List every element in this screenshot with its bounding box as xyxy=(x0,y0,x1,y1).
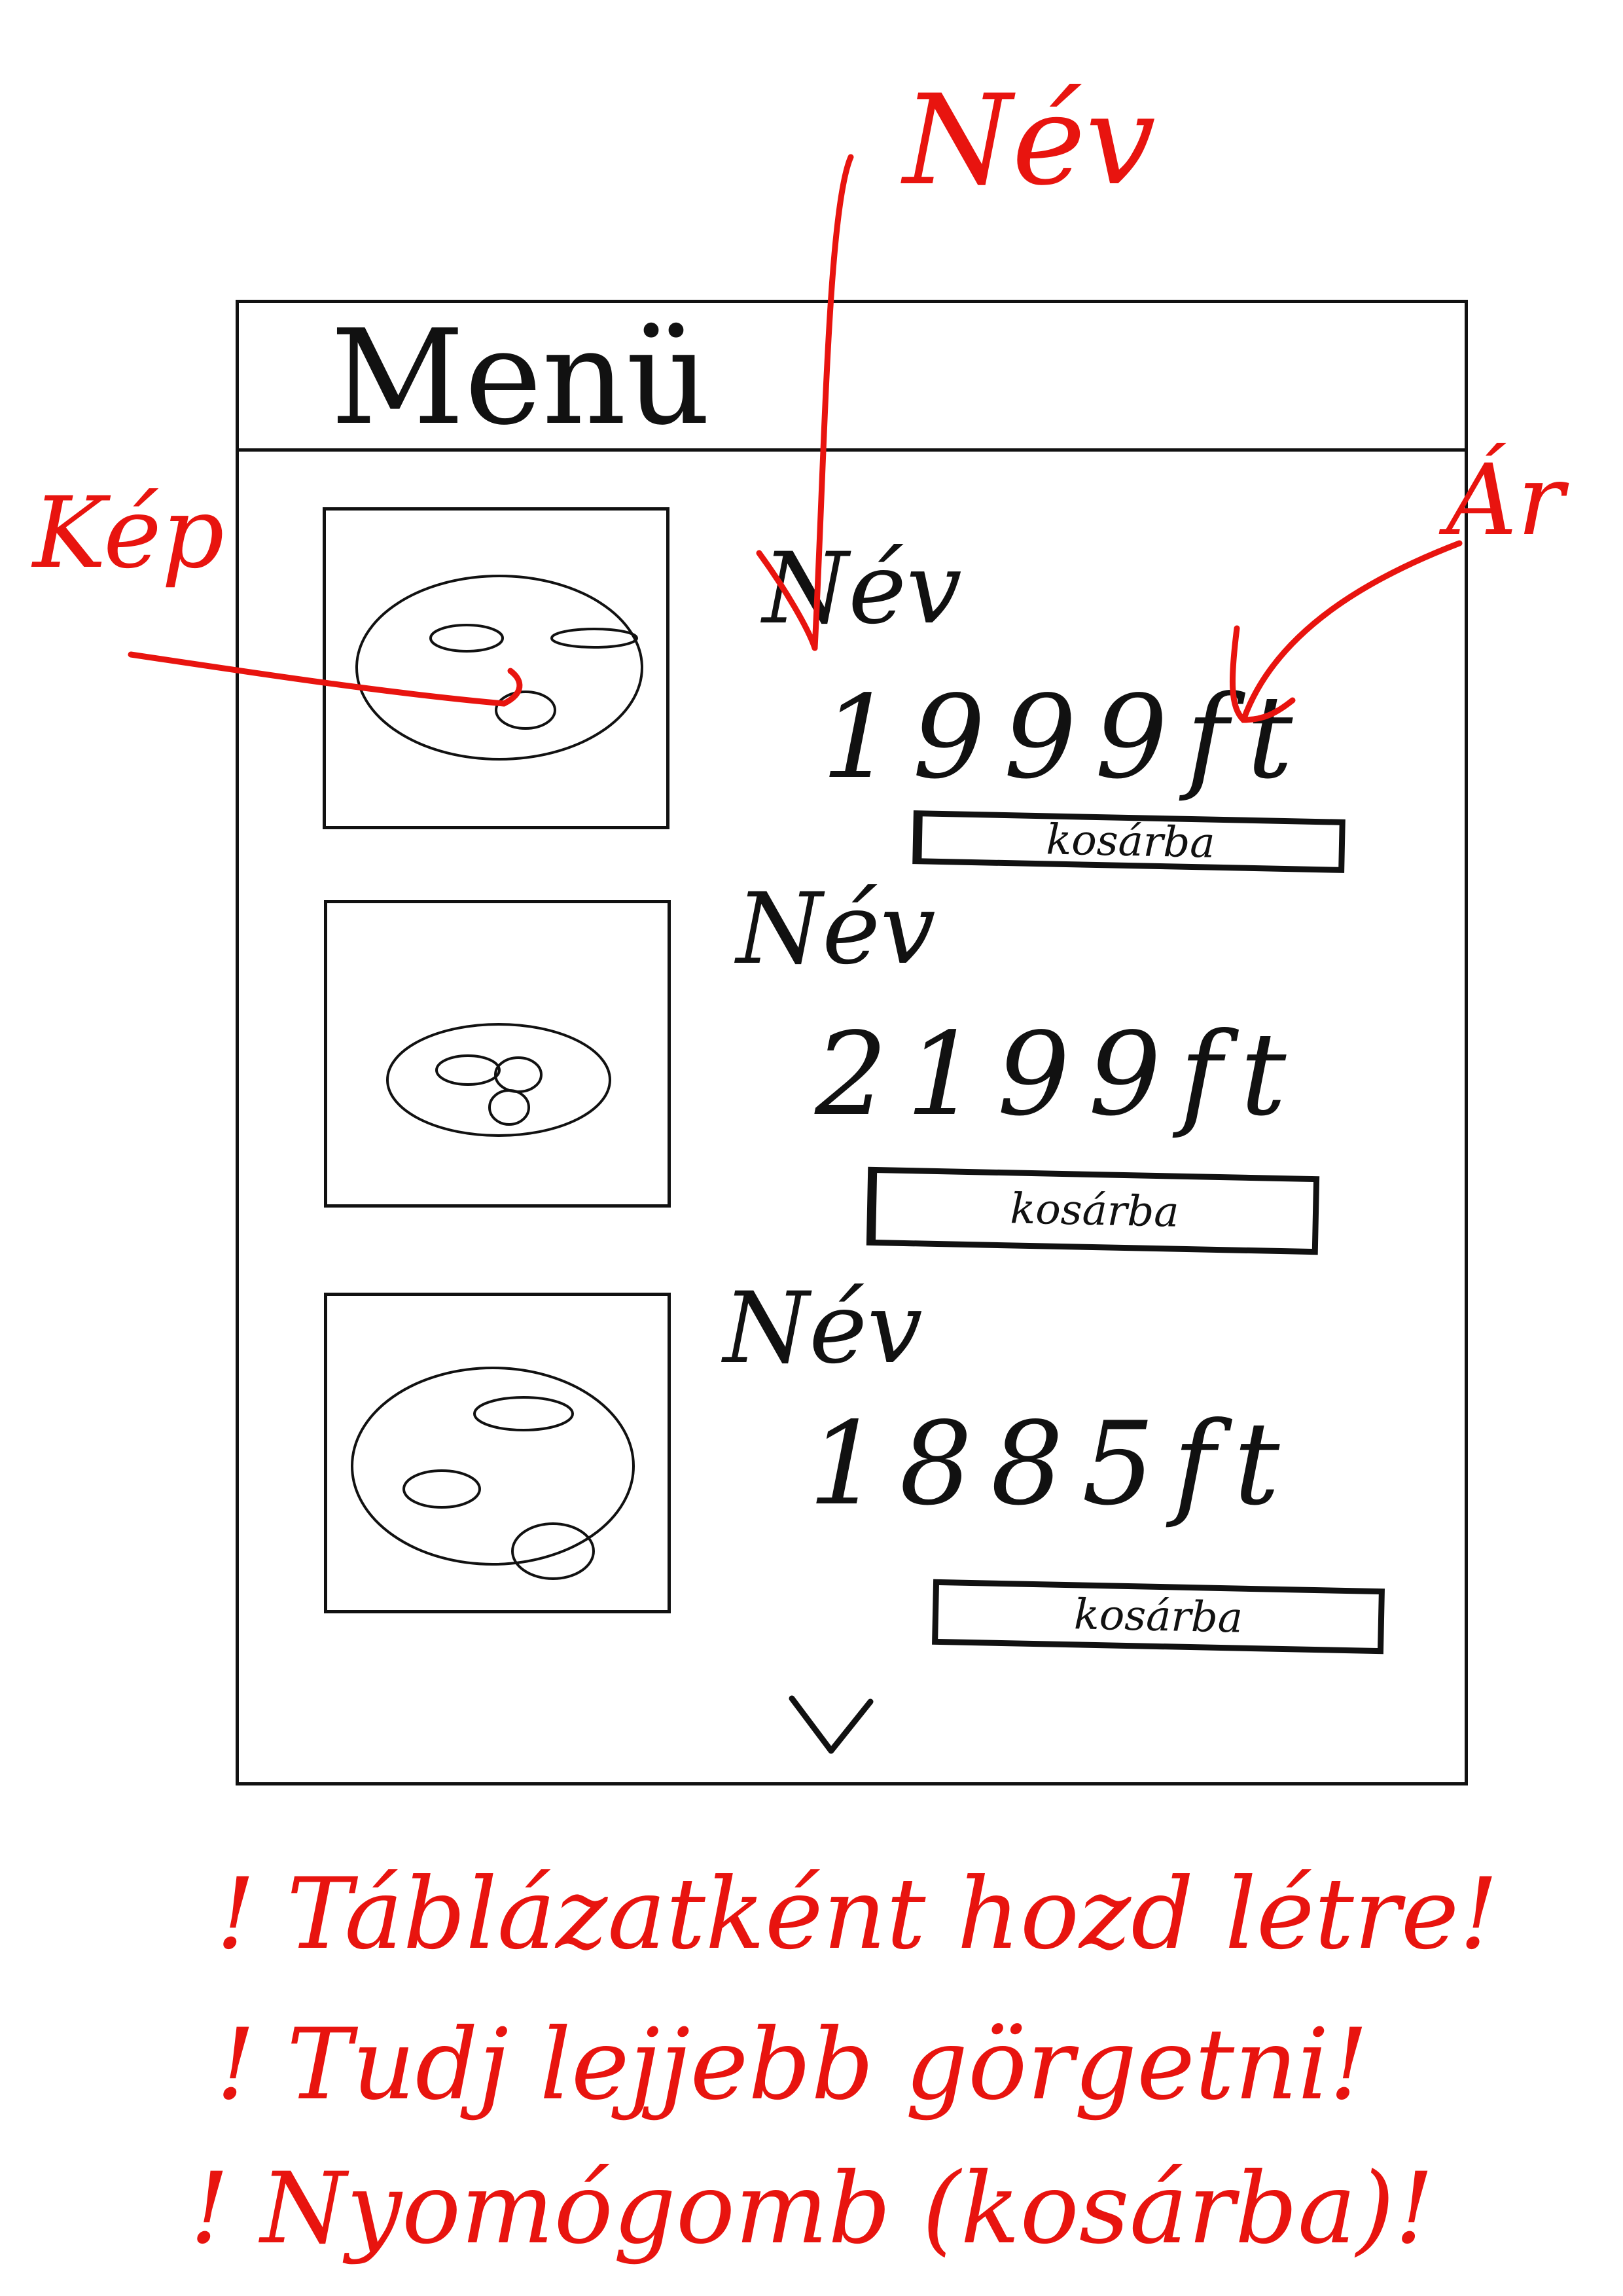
item-name: Név xyxy=(736,872,936,986)
note-scroll: ! Tudj lejjebb görgetni! xyxy=(216,2008,1369,2122)
item-name: Név xyxy=(723,1272,923,1386)
menu-row: Név 2199ft kosárba xyxy=(239,874,1465,1266)
pizza-image-icon xyxy=(351,1367,635,1580)
chevron-down-icon[interactable] xyxy=(785,1692,877,1764)
arrow-name xyxy=(812,154,854,651)
add-to-cart-button[interactable]: kosárba xyxy=(912,810,1346,873)
add-to-cart-button[interactable]: kosárba xyxy=(866,1166,1320,1255)
arrow-image-head xyxy=(501,668,523,707)
item-price: 1885ft xyxy=(808,1398,1298,1531)
arrow-price-head xyxy=(1229,625,1296,723)
note-table: ! Táblázatként hozd létre! xyxy=(216,1857,1499,1971)
page: { "header": { "title": "Menü" }, "menu_i… xyxy=(0,0,1623,2296)
note-button: ! Nyomógomb (kosárba)! xyxy=(190,2152,1435,2266)
add-to-cart-button[interactable]: kosárba xyxy=(932,1579,1385,1655)
pizza-image-icon xyxy=(386,1023,611,1137)
arrow-name-head xyxy=(756,550,818,651)
annotation-arrows xyxy=(128,154,1463,723)
food-image xyxy=(324,900,671,1208)
food-image xyxy=(324,1293,671,1613)
arrow-image xyxy=(128,651,507,707)
menu-row: Név 1885ft kosárba xyxy=(239,1266,1465,1685)
arrow-price xyxy=(1240,540,1463,723)
item-price: 2199ft xyxy=(815,1009,1305,1141)
